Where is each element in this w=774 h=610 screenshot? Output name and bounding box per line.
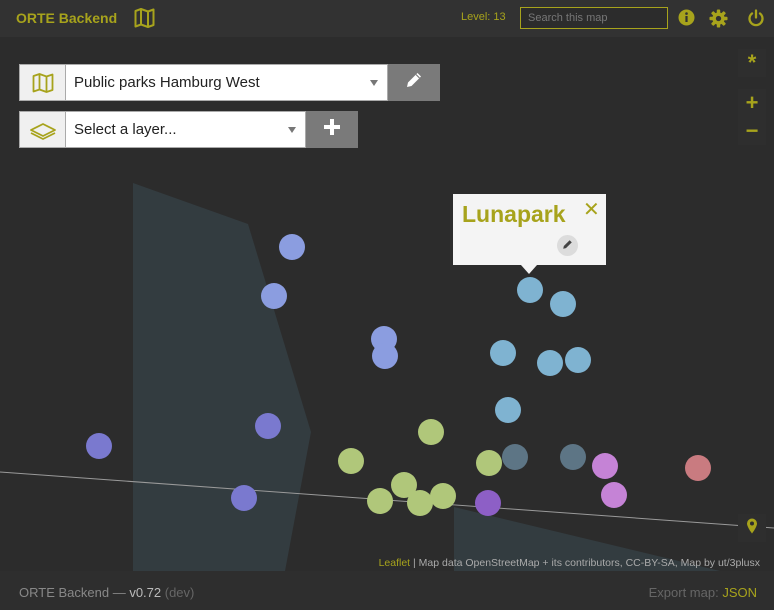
map-marker[interactable] (476, 450, 502, 476)
zoom-out-button[interactable]: − (738, 117, 766, 145)
map-marker[interactable] (550, 291, 576, 317)
gear-icon[interactable] (709, 9, 728, 33)
map-selector: Public parks Hamburg West (19, 64, 440, 101)
map-marker[interactable] (231, 485, 257, 511)
map-attribution: Leaflet | Map data OpenStreetMap + its c… (379, 557, 760, 569)
map-marker[interactable] (367, 488, 393, 514)
pencil-icon (405, 71, 423, 94)
footer-app-info: ORTE Backend — v0.72 (dev) (19, 585, 194, 600)
zoom-level-label: Level: 13 (461, 11, 506, 23)
popup-tip (521, 265, 537, 274)
map-icon (134, 8, 155, 33)
map-icon (19, 64, 66, 101)
locate-button[interactable] (738, 514, 766, 542)
marker-popup: Lunapark ✕ (453, 194, 606, 265)
location-pin-icon (746, 518, 758, 539)
star-button[interactable]: * (738, 49, 766, 77)
map-marker[interactable] (255, 413, 281, 439)
close-icon[interactable]: ✕ (583, 197, 600, 222)
map-marker[interactable] (601, 482, 627, 508)
map-select-value: Public parks Hamburg West (74, 74, 260, 91)
plus-icon (323, 118, 341, 141)
attribution-text: | Map data OpenStreetMap + its contribut… (410, 557, 760, 569)
map-marker[interactable] (495, 397, 521, 423)
layer-select-placeholder: Select a layer... (74, 121, 177, 138)
map-marker[interactable] (279, 234, 305, 260)
info-icon[interactable] (678, 9, 695, 31)
chevron-down-icon (288, 127, 296, 133)
add-layer-button[interactable] (306, 111, 358, 148)
map-canvas[interactable]: Public parks Hamburg West Select a layer… (0, 37, 774, 571)
map-marker[interactable] (592, 453, 618, 479)
map-marker[interactable] (372, 343, 398, 369)
layer-selector: Select a layer... (19, 111, 358, 148)
map-marker[interactable] (475, 490, 501, 516)
map-marker[interactable] (261, 283, 287, 309)
layers-icon (19, 111, 66, 148)
footer-separator: — (109, 585, 130, 600)
map-marker[interactable] (418, 419, 444, 445)
footer-env: (dev) (161, 585, 195, 600)
map-marker[interactable] (537, 350, 563, 376)
popup-title: Lunapark (462, 201, 566, 227)
power-icon[interactable] (747, 9, 765, 32)
footer-app-name: ORTE Backend (19, 585, 110, 600)
map-select-dropdown[interactable]: Public parks Hamburg West (66, 64, 388, 101)
export-label: Export map: (648, 585, 723, 600)
map-marker[interactable] (502, 444, 528, 470)
map-marker[interactable] (685, 455, 711, 481)
zoom-control: + − (738, 89, 766, 145)
map-marker[interactable] (86, 433, 112, 459)
edit-map-button[interactable] (388, 64, 440, 101)
footer-version: v0.72 (129, 585, 162, 600)
app-title[interactable]: ORTE Backend (16, 10, 117, 26)
map-marker[interactable] (430, 483, 456, 509)
map-marker[interactable] (490, 340, 516, 366)
export-json-link[interactable]: JSON (722, 585, 757, 600)
star-control: * (738, 49, 766, 77)
layer-select-dropdown[interactable]: Select a layer... (66, 111, 306, 148)
map-marker[interactable] (560, 444, 586, 470)
footer: ORTE Backend — v0.72 (dev) Export map: J… (0, 571, 774, 610)
pencil-icon (562, 237, 573, 255)
map-marker[interactable] (407, 490, 433, 516)
map-marker[interactable] (517, 277, 543, 303)
map-marker[interactable] (565, 347, 591, 373)
export-map: Export map: JSON (649, 585, 757, 600)
leaflet-link[interactable]: Leaflet (379, 557, 411, 569)
map-marker[interactable] (338, 448, 364, 474)
top-bar: ORTE Backend Level: 13 (0, 0, 774, 37)
zoom-in-button[interactable]: + (738, 89, 766, 117)
search-input[interactable] (520, 7, 668, 29)
chevron-down-icon (370, 80, 378, 86)
popup-edit-button[interactable] (557, 235, 578, 256)
